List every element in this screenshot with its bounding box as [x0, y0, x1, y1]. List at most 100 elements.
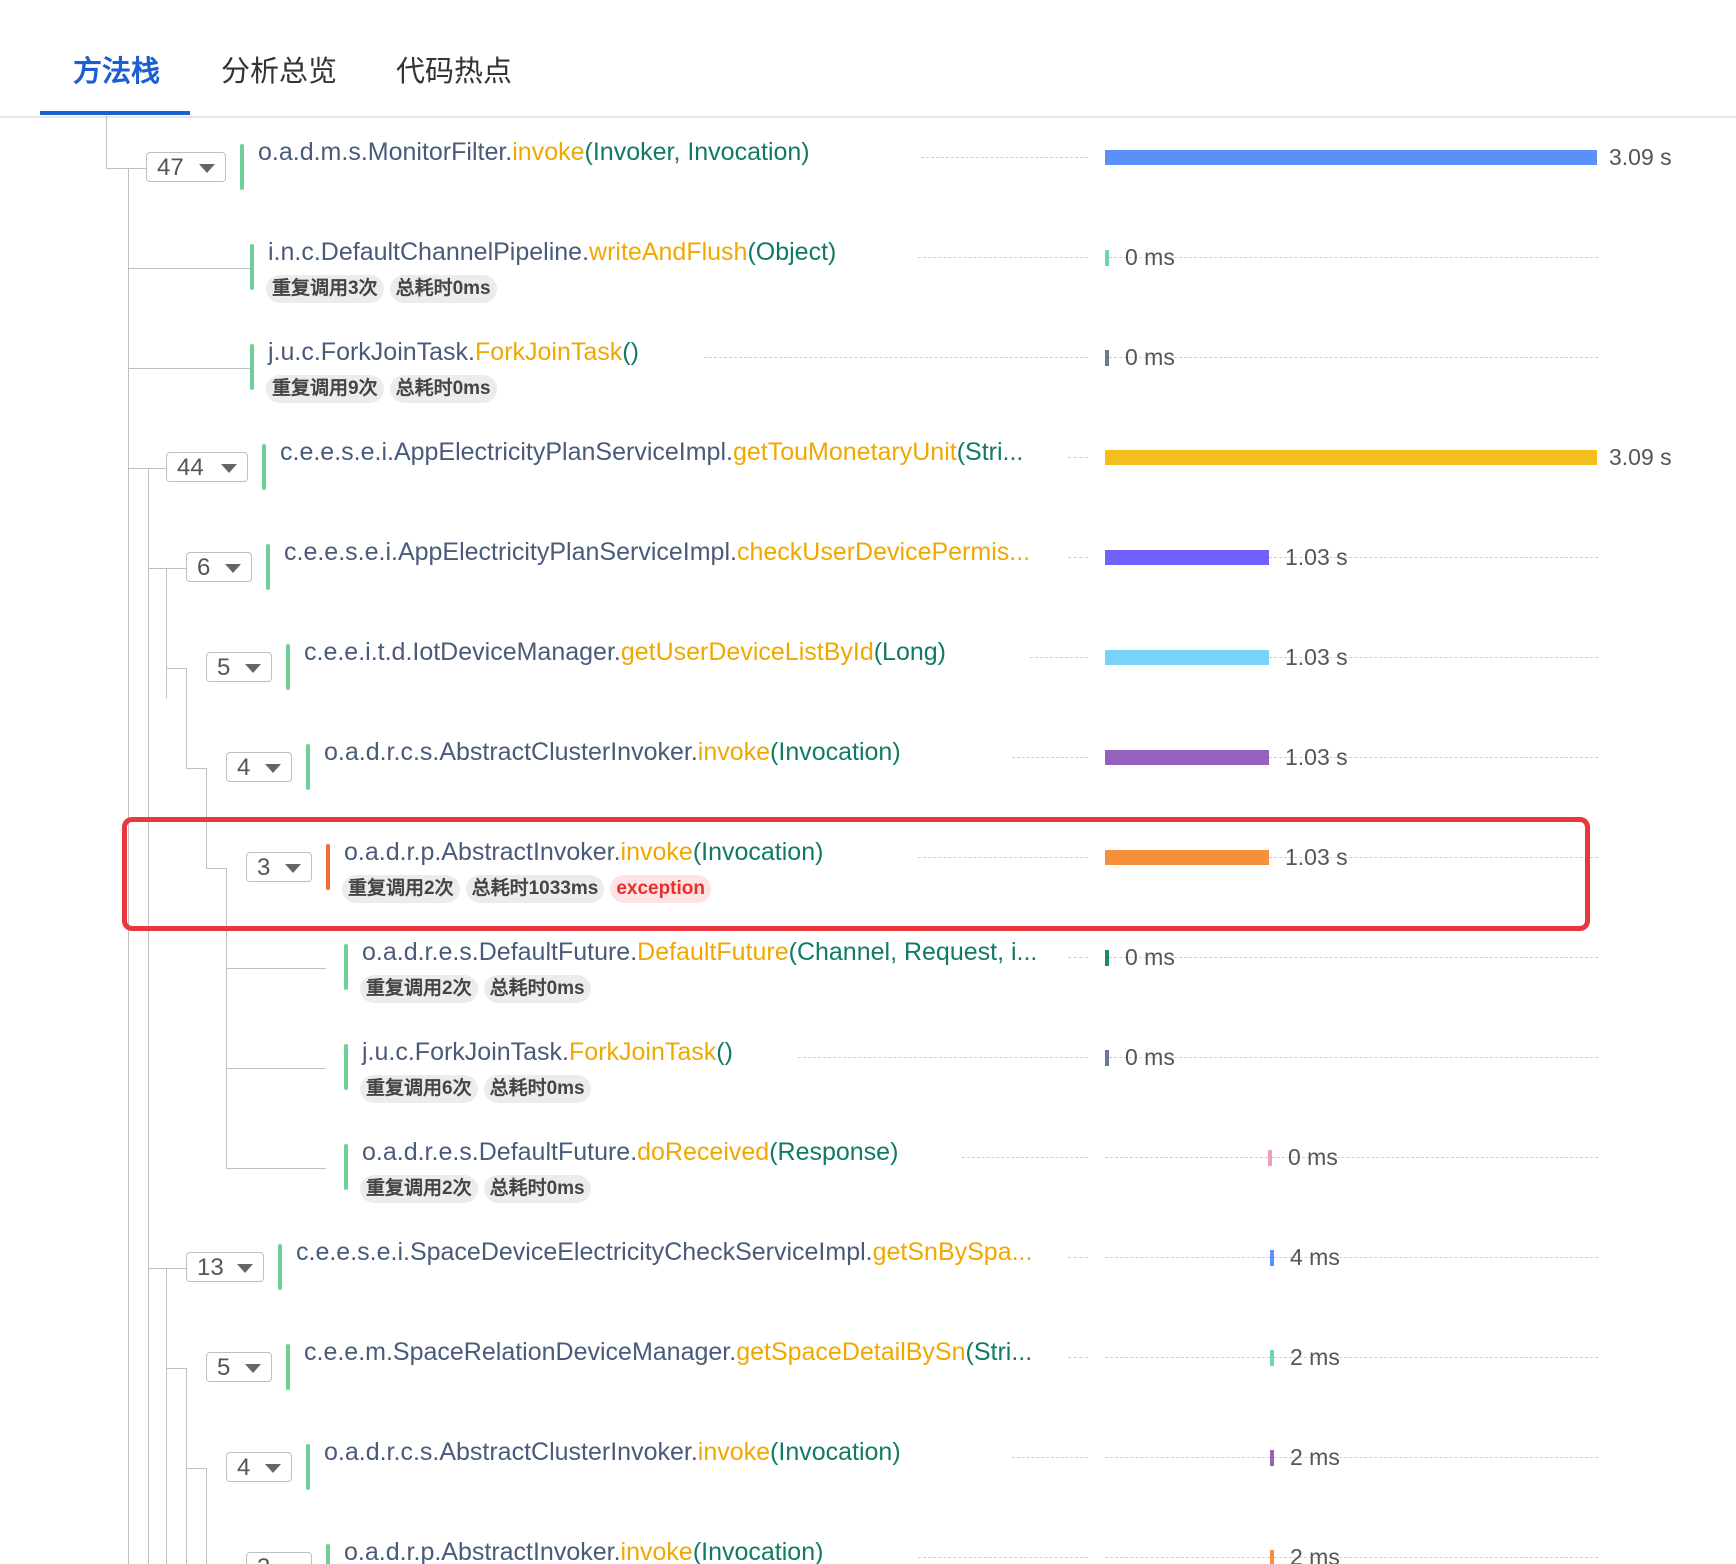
method-tags: 重复调用9次 总耗时0ms — [266, 375, 503, 403]
method-status-marker — [326, 844, 330, 890]
leader-line — [961, 1157, 1088, 1158]
child-count-dropdown[interactable]: 5 — [206, 652, 272, 682]
method-signature[interactable]: o.a.d.r.e.s.DefaultFuture.doReceived(Res… — [362, 1138, 898, 1167]
repeat-call-tag: 重复调用2次 — [360, 1175, 478, 1203]
tab-code-hotspot[interactable]: 代码热点 — [396, 48, 512, 90]
leader-line — [918, 1557, 1088, 1558]
method-name: invoke — [512, 138, 585, 166]
method-signature[interactable]: c.e.e.s.e.i.SpaceDeviceElectricityCheckS… — [296, 1238, 1032, 1267]
method-args: (Stri... — [965, 1338, 1033, 1366]
leader-line — [1109, 257, 1598, 258]
method-status-marker — [250, 344, 254, 390]
child-count-dropdown[interactable]: 4 — [226, 1452, 292, 1482]
method-class: o.a.d.r.c.s.AbstractClusterInvoker. — [324, 738, 698, 766]
method-row[interactable]: 13 c.e.e.s.e.i.SpaceDeviceElectricityChec… — [0, 1228, 1736, 1328]
duration-bar — [1105, 150, 1597, 165]
method-row[interactable]: 44 c.e.e.s.e.i.AppElectricityPlanServiceI… — [0, 428, 1736, 528]
method-signature[interactable]: o.a.d.r.e.s.DefaultFuture.DefaultFuture(… — [362, 938, 1037, 967]
child-count-dropdown[interactable]: 4 — [226, 752, 292, 782]
method-args: (Response) — [769, 1138, 899, 1166]
repeat-call-tag: 重复调用2次 — [342, 875, 460, 903]
method-signature[interactable]: o.a.d.r.p.AbstractInvoker.invoke(Invocat… — [344, 838, 823, 867]
child-count-dropdown[interactable]: 13 — [186, 1252, 264, 1282]
method-row[interactable]: 47 o.a.d.m.s.MonitorFilter.invoke(Invoker… — [0, 128, 1736, 228]
method-signature[interactable]: c.e.e.s.e.i.AppElectricityPlanServiceImp… — [284, 538, 1030, 567]
duration-bar — [1105, 750, 1269, 765]
duration-label: 1.03 s — [1285, 844, 1348, 870]
method-row[interactable]: j.u.c.ForkJoinTask.ForkJoinTask() 重复调用6次总… — [0, 1028, 1736, 1128]
method-class: j.u.c.ForkJoinTask. — [268, 338, 476, 366]
method-row[interactable]: i.n.c.DefaultChannelPipeline.writeAndFlu… — [0, 228, 1736, 328]
method-signature[interactable]: o.a.d.m.s.MonitorFilter.invoke(Invoker, … — [258, 138, 810, 167]
method-signature[interactable]: j.u.c.ForkJoinTask.ForkJoinTask() — [268, 338, 639, 367]
method-signature[interactable]: c.e.e.m.SpaceRelationDeviceManager.getSp… — [304, 1338, 1032, 1367]
leader-line — [703, 357, 1088, 358]
duration-label: 0 ms — [1125, 1044, 1175, 1070]
duration-label: 1.03 s — [1285, 644, 1348, 670]
chevron-down-icon — [225, 564, 241, 573]
duration-label: 3.09 s — [1609, 144, 1672, 170]
child-count-dropdown[interactable]: 5 — [206, 1352, 272, 1382]
duration-label: 0 ms — [1288, 1144, 1338, 1170]
method-signature[interactable]: j.u.c.ForkJoinTask.ForkJoinTask() — [362, 1038, 733, 1067]
leader-line — [918, 857, 1088, 858]
child-count-dropdown[interactable]: 44 — [166, 452, 248, 482]
duration-label: 3.09 s — [1609, 444, 1672, 470]
method-row[interactable]: 4 o.a.d.r.c.s.AbstractClusterInvoker.invo… — [0, 728, 1736, 828]
method-signature[interactable]: i.n.c.DefaultChannelPipeline.writeAndFlu… — [268, 238, 836, 267]
method-signature[interactable]: o.a.d.r.c.s.AbstractClusterInvoker.invok… — [324, 738, 901, 767]
active-tab-indicator — [40, 111, 190, 115]
method-row[interactable]: 4 o.a.d.r.c.s.AbstractClusterInvoker.invo… — [0, 1428, 1736, 1528]
chevron-down-icon — [265, 1464, 281, 1473]
method-class: o.a.d.r.e.s.DefaultFuture. — [362, 938, 638, 966]
leader-line — [1068, 457, 1088, 458]
duration-label: 1.03 s — [1285, 544, 1348, 570]
leader-line — [1109, 357, 1598, 358]
tab-method-stack[interactable]: 方法栈 — [73, 48, 160, 90]
child-count-dropdown[interactable]: 6 — [186, 552, 252, 582]
child-count-dropdown[interactable]: 47 — [146, 152, 226, 182]
child-count-dropdown[interactable]: 3 — [246, 852, 312, 882]
leader-line — [1105, 1457, 1270, 1458]
method-args: (Invocation) — [692, 838, 824, 866]
method-row[interactable]: 5 c.e.e.i.t.d.IotDeviceManager.getUserDev… — [0, 628, 1736, 728]
leader-line — [1105, 1557, 1270, 1558]
tab-analysis-overview[interactable]: 分析总览 — [221, 48, 337, 90]
method-status-marker — [344, 1044, 348, 1090]
duration-tick — [1105, 950, 1109, 966]
method-row[interactable]: o.a.d.r.e.s.DefaultFuture.doReceived(Res… — [0, 1128, 1736, 1228]
duration-tick — [1105, 1050, 1109, 1066]
method-signature[interactable]: c.e.e.i.t.d.IotDeviceManager.getUserDevi… — [304, 638, 946, 667]
method-row[interactable]: o.a.d.r.e.s.DefaultFuture.DefaultFuture(… — [0, 928, 1736, 1028]
method-row[interactable]: 6 c.e.e.s.e.i.AppElectricityPlanServiceIm… — [0, 528, 1736, 628]
method-status-marker — [262, 444, 266, 490]
child-count: 44 — [177, 454, 204, 481]
method-row[interactable]: 3 o.a.d.r.p.AbstractInvoker.invoke(Invoca… — [0, 828, 1736, 928]
leader-line — [797, 1057, 1088, 1058]
chevron-down-icon — [265, 764, 281, 773]
method-name: ForkJoinTask — [475, 338, 623, 366]
method-signature[interactable]: c.e.e.s.e.i.AppElectricityPlanServiceImp… — [280, 438, 1023, 467]
total-time-tag: 总耗时0ms — [483, 975, 591, 1003]
method-row[interactable]: j.u.c.ForkJoinTask.ForkJoinTask() 重复调用9次总… — [0, 328, 1736, 428]
duration-label: 0 ms — [1125, 344, 1175, 370]
duration-tick — [1268, 1150, 1272, 1166]
tab-bar: 方法栈 分析总览 代码热点 — [0, 0, 1736, 118]
duration-label: 1.03 s — [1285, 744, 1348, 770]
duration-label: 4 ms — [1290, 1244, 1340, 1270]
child-count-dropdown[interactable]: 3 — [246, 1552, 312, 1564]
method-stack-tree: 47 o.a.d.m.s.MonitorFilter.invoke(Invoker… — [0, 116, 1736, 1564]
method-status-marker — [250, 244, 254, 290]
duration-tick — [1270, 1450, 1274, 1466]
duration-bar — [1105, 650, 1269, 665]
method-class: o.a.d.m.s.MonitorFilter. — [258, 138, 513, 166]
child-count: 4 — [237, 1454, 251, 1481]
method-signature[interactable]: o.a.d.r.c.s.AbstractClusterInvoker.invok… — [324, 1438, 901, 1467]
leader-line — [1011, 757, 1088, 758]
method-row[interactable]: 3 o.a.d.r.p.AbstractInvoker.invoke(Invoca… — [0, 1528, 1736, 1564]
leader-line — [1105, 1257, 1270, 1258]
method-signature[interactable]: o.a.d.r.p.AbstractInvoker.invoke(Invocat… — [344, 1538, 823, 1564]
method-row[interactable]: 5 c.e.e.m.SpaceRelationDeviceManager.getS… — [0, 1328, 1736, 1428]
leader-line — [1011, 1457, 1088, 1458]
child-count: 6 — [197, 554, 211, 581]
